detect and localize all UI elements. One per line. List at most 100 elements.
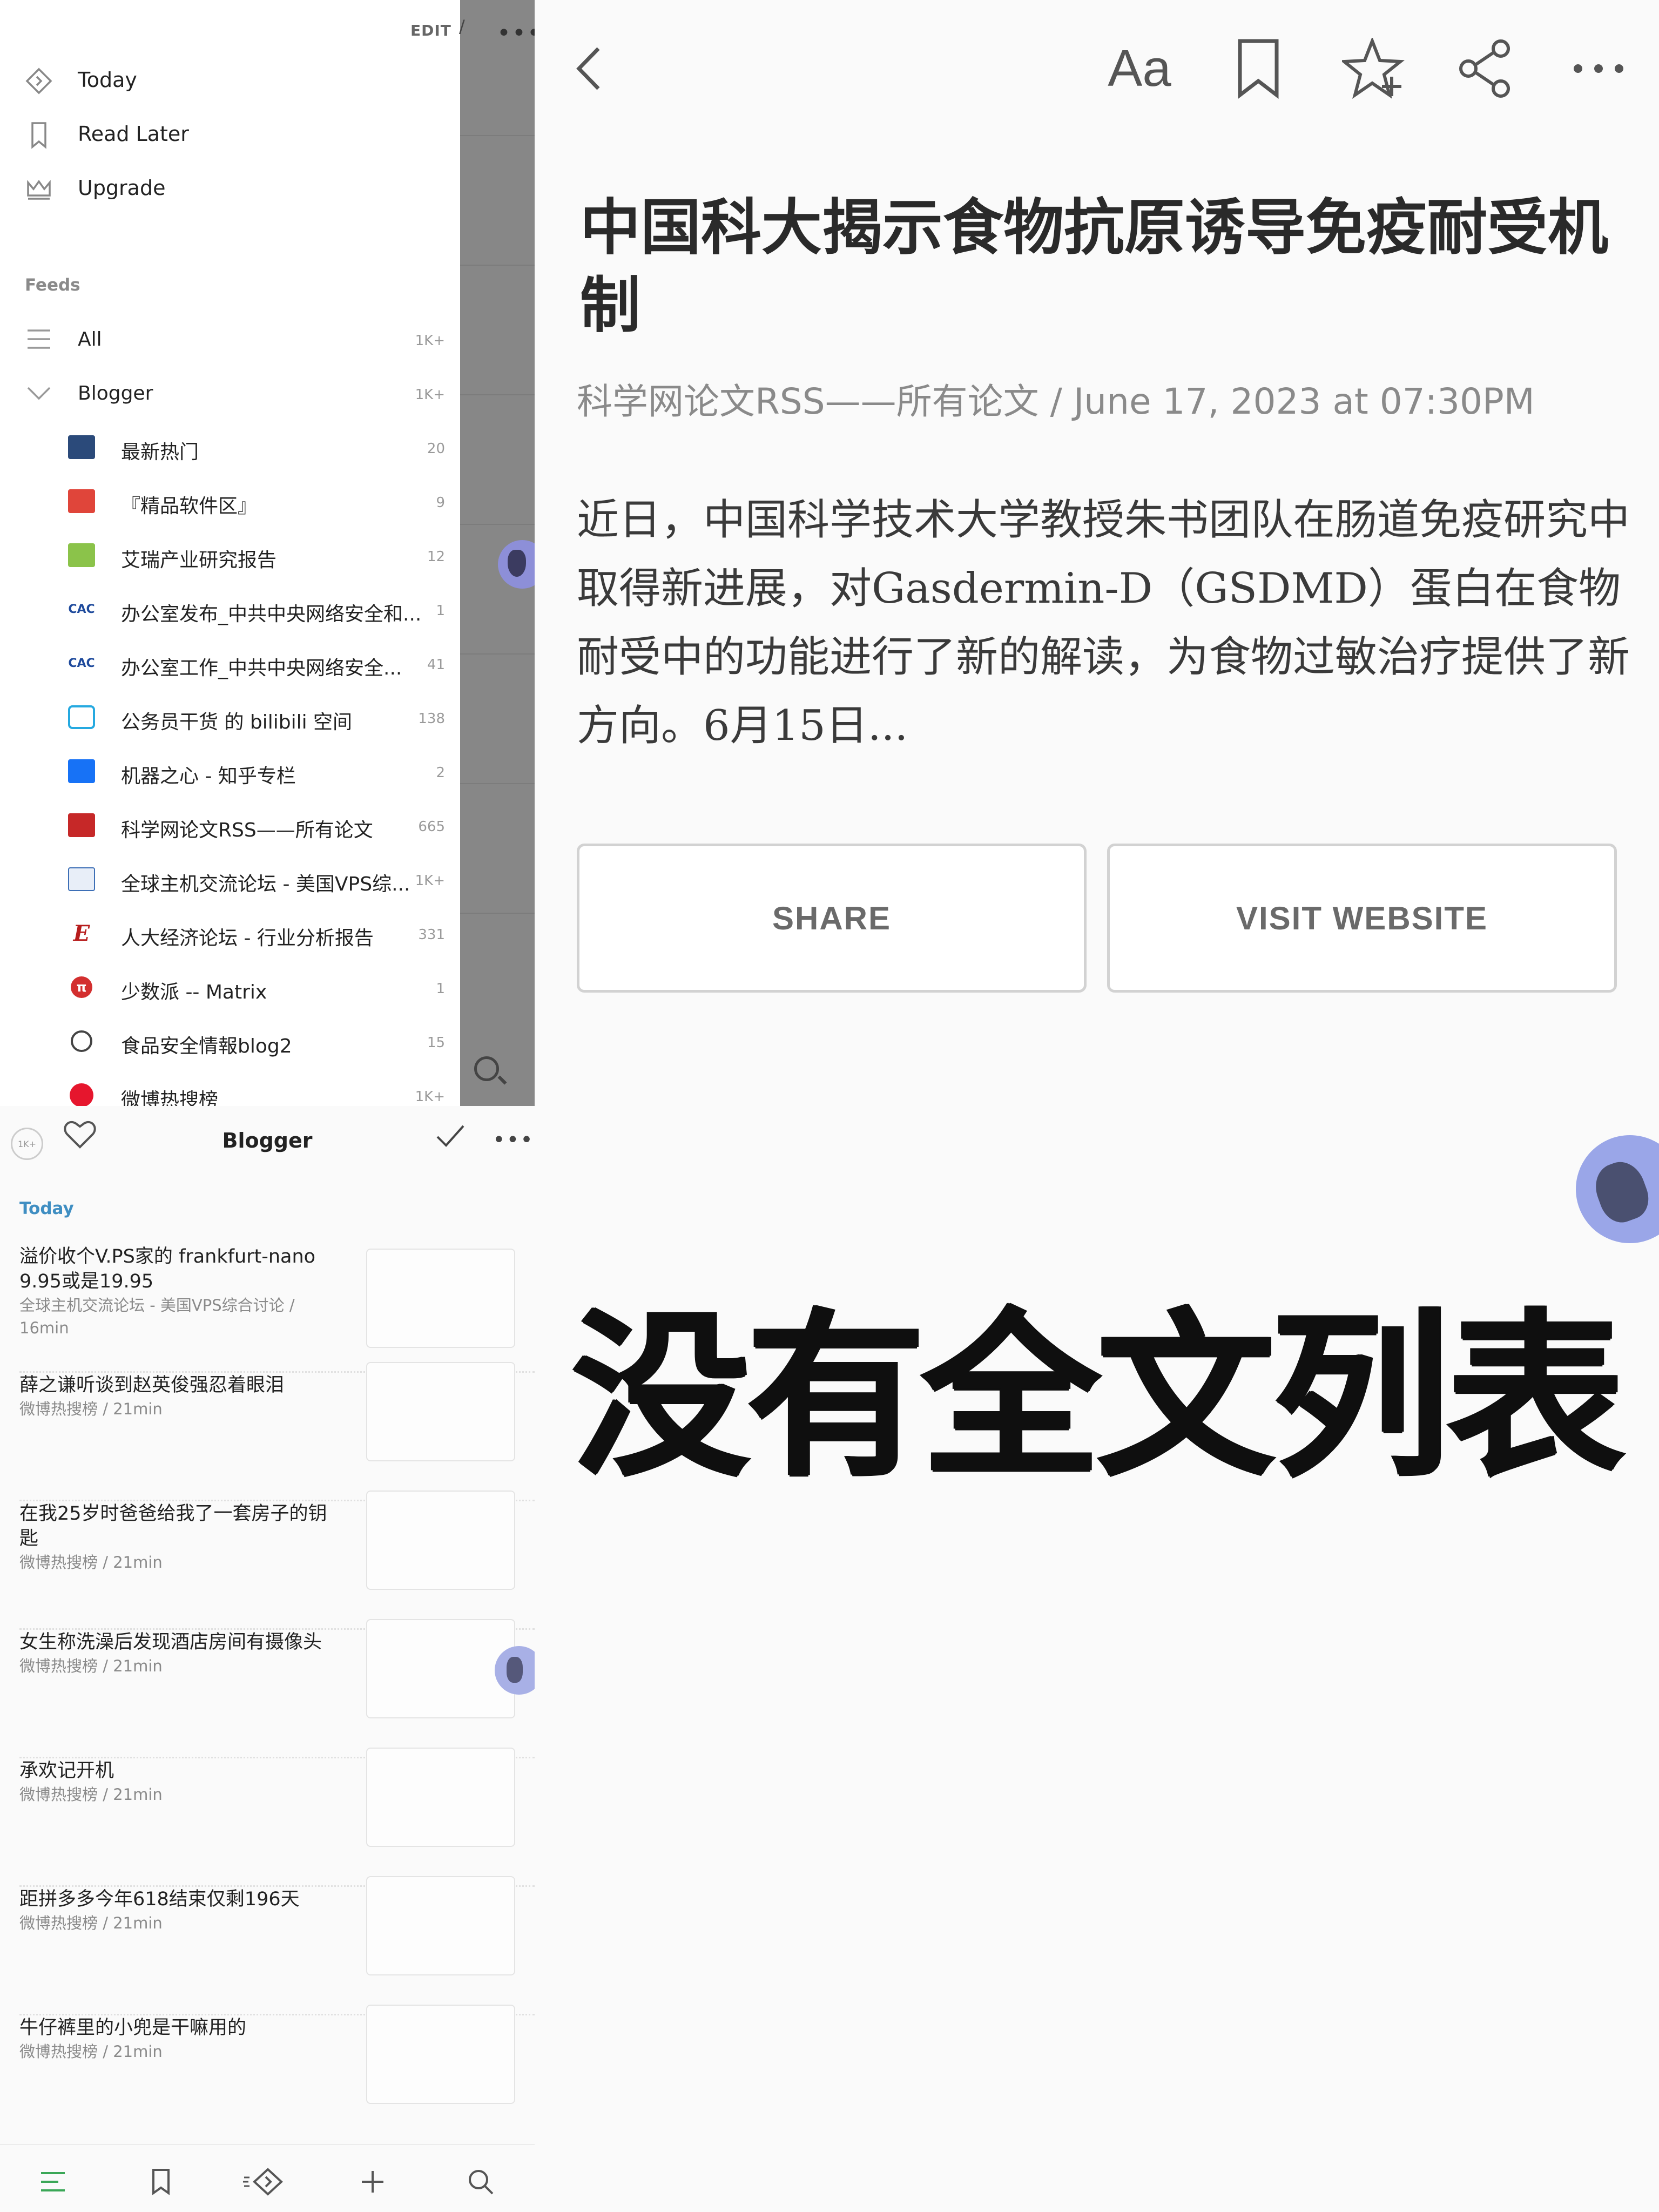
- share-action-button[interactable]: SHARE: [577, 844, 1087, 993]
- feed-count: 138: [418, 711, 445, 727]
- share-button[interactable]: [1453, 33, 1518, 104]
- more-options-button[interactable]: [1566, 33, 1631, 104]
- feed-count: 20: [427, 441, 445, 457]
- feed-label: 办公室发布_中共中央网络安全和...: [121, 603, 422, 625]
- weibo-icon: [70, 1083, 93, 1106]
- feed-group-blogger[interactable]: Blogger 1K+: [0, 366, 460, 420]
- feed-label: 全球主机交流论坛 - 美国VPS综...: [121, 873, 410, 895]
- list-icon: [24, 324, 54, 354]
- item-title: 溢价收个V.PS家的 frankfurt-nano 9.95或是19.95: [19, 1246, 316, 1292]
- feed-item[interactable]: 全球主机交流论坛 - 美国VPS综... 1K+: [0, 852, 460, 906]
- feed-item[interactable]: CAC 办公室发布_中共中央网络安全和... 1: [0, 582, 460, 636]
- more-icon[interactable]: •••: [493, 1128, 534, 1152]
- feed-label: 艾瑞产业研究报告: [121, 549, 277, 571]
- divider: [460, 524, 535, 525]
- divider: [460, 135, 535, 136]
- list-item[interactable]: 薛之谦听谈到赵英俊强忍着眼泪 微博热搜榜 / 21min: [0, 1362, 535, 1501]
- caption-panel: 没有全文列表: [535, 1106, 1659, 2212]
- caption-text: 没有全文列表: [572, 1293, 1625, 1500]
- feed-item[interactable]: 公务员干货 的 bilibili 空间 138: [0, 690, 460, 744]
- item-title: 在我25岁时爸爸给我了一套房子的钥匙: [19, 1503, 327, 1549]
- sidebar-item-read-later[interactable]: Read Later: [0, 108, 460, 162]
- list-item[interactable]: 距拼多多今年618结束仅剩196天 微博热搜榜 / 21min: [0, 1876, 535, 2015]
- list-item[interactable]: 在我25岁时爸爸给我了一套房子的钥匙 微博热搜榜 / 21min: [0, 1491, 535, 1630]
- section-heading-today: Today: [19, 1199, 74, 1218]
- feed-count: 1K+: [415, 1089, 445, 1105]
- feed-item[interactable]: 微博热搜榜 1K+: [0, 1068, 460, 1106]
- feed-item[interactable]: 科学网论文RSS——所有论文 665: [0, 798, 460, 852]
- article-source-date[interactable]: 科学网论文RSS——所有论文 / June 17, 2023 at 07:30P…: [577, 373, 1635, 424]
- today-icon[interactable]: [242, 2160, 285, 2203]
- item-meta: 微博热搜榜 / 21min: [19, 2042, 163, 2061]
- more-icon[interactable]: •••: [497, 19, 535, 47]
- feed-count: 41: [427, 657, 445, 673]
- item-thumbnail: [366, 1619, 515, 1718]
- visit-website-button[interactable]: VISIT WEBSITE: [1107, 844, 1617, 993]
- item-title: 薛之谦听谈到赵英俊强忍着眼泪: [19, 1374, 285, 1396]
- divider: [460, 265, 535, 266]
- feed-item[interactable]: 食品安全情報blog2 15: [0, 1014, 460, 1068]
- feed-item[interactable]: 『精品软件区』 9: [0, 474, 460, 528]
- font-settings-button[interactable]: Aa: [1102, 33, 1177, 104]
- search-icon[interactable]: [474, 1056, 499, 1081]
- feed-item[interactable]: 最新热门 20: [0, 420, 460, 474]
- feed-count: 331: [418, 927, 445, 943]
- bookmark-icon: [24, 120, 54, 150]
- feed-count: 665: [418, 819, 445, 835]
- feed-label: 办公室工作_中共中央网络安全...: [121, 657, 402, 679]
- feeds-list-icon[interactable]: [31, 2160, 75, 2203]
- favorite-button[interactable]: [1339, 33, 1410, 104]
- search-icon[interactable]: [459, 2160, 502, 2203]
- item-meta: 微博热搜榜 / 21min: [19, 1657, 163, 1675]
- feed-item[interactable]: 机器之心 - 知乎专栏 2: [0, 744, 460, 798]
- feed-count: 1K+: [415, 333, 445, 349]
- item-thumbnail: [366, 1748, 515, 1847]
- item-thumbnail: [366, 1491, 515, 1590]
- feed-item-all[interactable]: All 1K+: [0, 312, 460, 366]
- feed-item[interactable]: π 少数派 -- Matrix 1: [0, 960, 460, 1014]
- feed-icon: CAC: [68, 597, 95, 621]
- item-title: 牛仔裤里的小兜是干嘛用的: [19, 2017, 247, 2039]
- bookmark-button[interactable]: [1231, 33, 1285, 104]
- feed-label: 科学网论文RSS——所有论文: [121, 819, 373, 841]
- add-icon[interactable]: [351, 2160, 394, 2203]
- article-title: 中国科大揭示食物抗原诱导免疫耐受机制: [580, 193, 1608, 341]
- bookmark-icon[interactable]: [139, 2160, 183, 2203]
- feed-icon: CAC: [68, 651, 95, 675]
- feed-label: 微博热搜榜: [121, 1089, 219, 1106]
- more-icon: [1574, 64, 1623, 73]
- feed-count: 12: [427, 549, 445, 565]
- divider: [460, 783, 535, 784]
- feed-icon: E: [68, 921, 95, 945]
- bilibili-icon: [68, 705, 95, 729]
- item-title: 女生称洗澡后发现酒店房间有摄像头: [19, 1631, 322, 1653]
- feed-item[interactable]: CAC 办公室工作_中共中央网络安全... 41: [0, 636, 460, 690]
- feed-label: 公务员干货 的 bilibili 空间: [121, 711, 353, 733]
- bottom-tab-bar: [0, 2144, 535, 2212]
- pencil-icon: /: [459, 16, 465, 37]
- feed-count: 15: [427, 1035, 445, 1051]
- back-button[interactable]: [567, 33, 610, 104]
- feed-item[interactable]: E 人大经济论坛 - 行业分析报告 331: [0, 906, 460, 960]
- chevron-down-icon[interactable]: [24, 378, 54, 408]
- divider: [460, 653, 535, 655]
- feeds-heading: Feeds: [25, 275, 80, 295]
- feed-item[interactable]: 艾瑞产业研究报告 12: [0, 528, 460, 582]
- list-item[interactable]: 女生称洗澡后发现酒店房间有摄像头 微博热搜榜 / 21min: [0, 1619, 535, 1758]
- feed-count: 1: [436, 981, 445, 997]
- list-item[interactable]: 溢价收个V.PS家的 frankfurt-nano 9.95或是19.95 全球…: [0, 1244, 535, 1373]
- sidebar-item-upgrade[interactable]: Upgrade: [0, 162, 460, 216]
- sidebar-item-today[interactable]: Today: [0, 54, 460, 108]
- mark-all-read-icon[interactable]: [435, 1120, 466, 1155]
- star-plus-icon: [1342, 38, 1405, 99]
- feed-count: 1K+: [415, 387, 445, 403]
- feed-label: 人大经济论坛 - 行业分析报告: [121, 927, 374, 949]
- sidebar-panel: EDIT Today Read Later Upgrade Feeds All …: [0, 0, 535, 1106]
- sidebar: EDIT Today Read Later Upgrade Feeds All …: [0, 0, 460, 1106]
- assistive-touch-avatar[interactable]: [1576, 1135, 1659, 1243]
- feed-count: 1: [436, 603, 445, 619]
- list-item[interactable]: 牛仔裤里的小兜是干嘛用的 微博热搜榜 / 21min: [0, 2005, 535, 2144]
- sidebar-item-label: Today: [78, 68, 137, 92]
- list-item[interactable]: 承欢记开机 微博热搜榜 / 21min: [0, 1748, 535, 1887]
- edit-button[interactable]: EDIT: [410, 22, 451, 39]
